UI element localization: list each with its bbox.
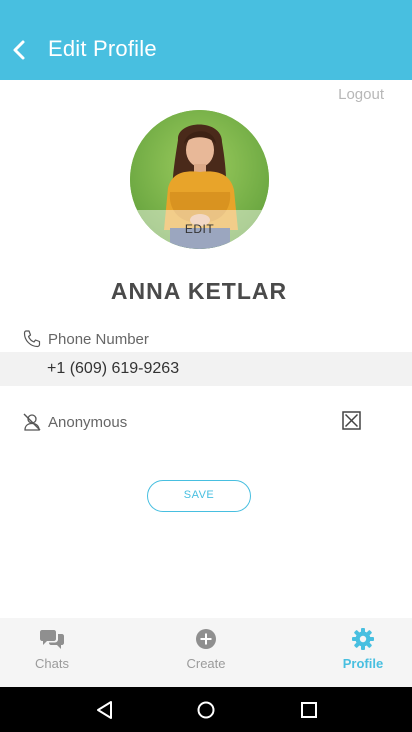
chat-bubbles-icon-wrap	[39, 626, 65, 652]
nav-item-chats[interactable]: Chats	[2, 618, 102, 687]
nav-label-create: Create	[186, 656, 226, 671]
anonymous-row: Anonymous	[22, 410, 127, 434]
avatar-edit-button[interactable]: EDIT	[130, 210, 269, 249]
nav-label-profile: Profile	[342, 656, 384, 671]
page-title: Edit Profile	[48, 36, 157, 61]
phone-icon	[23, 330, 41, 348]
square-recents-icon	[301, 702, 317, 718]
chat-bubbles-icon	[40, 630, 64, 649]
profile-name: ANNA KETLAR	[110, 278, 288, 304]
chevron-left-icon	[13, 40, 25, 60]
app-bar: Edit Profile	[0, 0, 412, 80]
gear-icon	[352, 628, 374, 650]
gear-icon-wrap	[350, 626, 376, 652]
back-button[interactable]	[6, 33, 32, 67]
plus-circle-icon	[196, 629, 216, 649]
anonymous-label: Anonymous	[48, 413, 128, 431]
logout-link[interactable]: Logout	[338, 86, 384, 103]
system-recents-button[interactable]	[296, 697, 322, 723]
circle-home-icon	[197, 701, 215, 719]
nav-item-profile[interactable]: Profile	[313, 618, 412, 687]
avatar[interactable]: EDIT	[130, 110, 269, 249]
phone-label-row: Phone Number	[22, 328, 149, 350]
nav-label-chats: Chats	[35, 656, 69, 671]
bottom-navigation: Chats Create Profile	[0, 618, 412, 687]
phone-number-value: +1 (609) 619-9263	[47, 360, 180, 377]
triangle-back-icon	[97, 701, 112, 719]
phone-number-field[interactable]: +1 (609) 619-9263	[0, 352, 412, 386]
plus-circle-icon-wrap	[193, 626, 219, 652]
anonymous-checkbox[interactable]	[342, 411, 361, 430]
save-button[interactable]: SAVE	[147, 480, 251, 512]
system-home-button[interactable]	[193, 697, 219, 723]
phone-number-label: Phone Number	[48, 330, 149, 348]
system-back-button[interactable]	[92, 697, 118, 723]
anonymous-user-icon	[23, 413, 41, 431]
system-navigation-bar	[0, 687, 412, 732]
nav-item-create[interactable]: Create	[156, 618, 256, 687]
